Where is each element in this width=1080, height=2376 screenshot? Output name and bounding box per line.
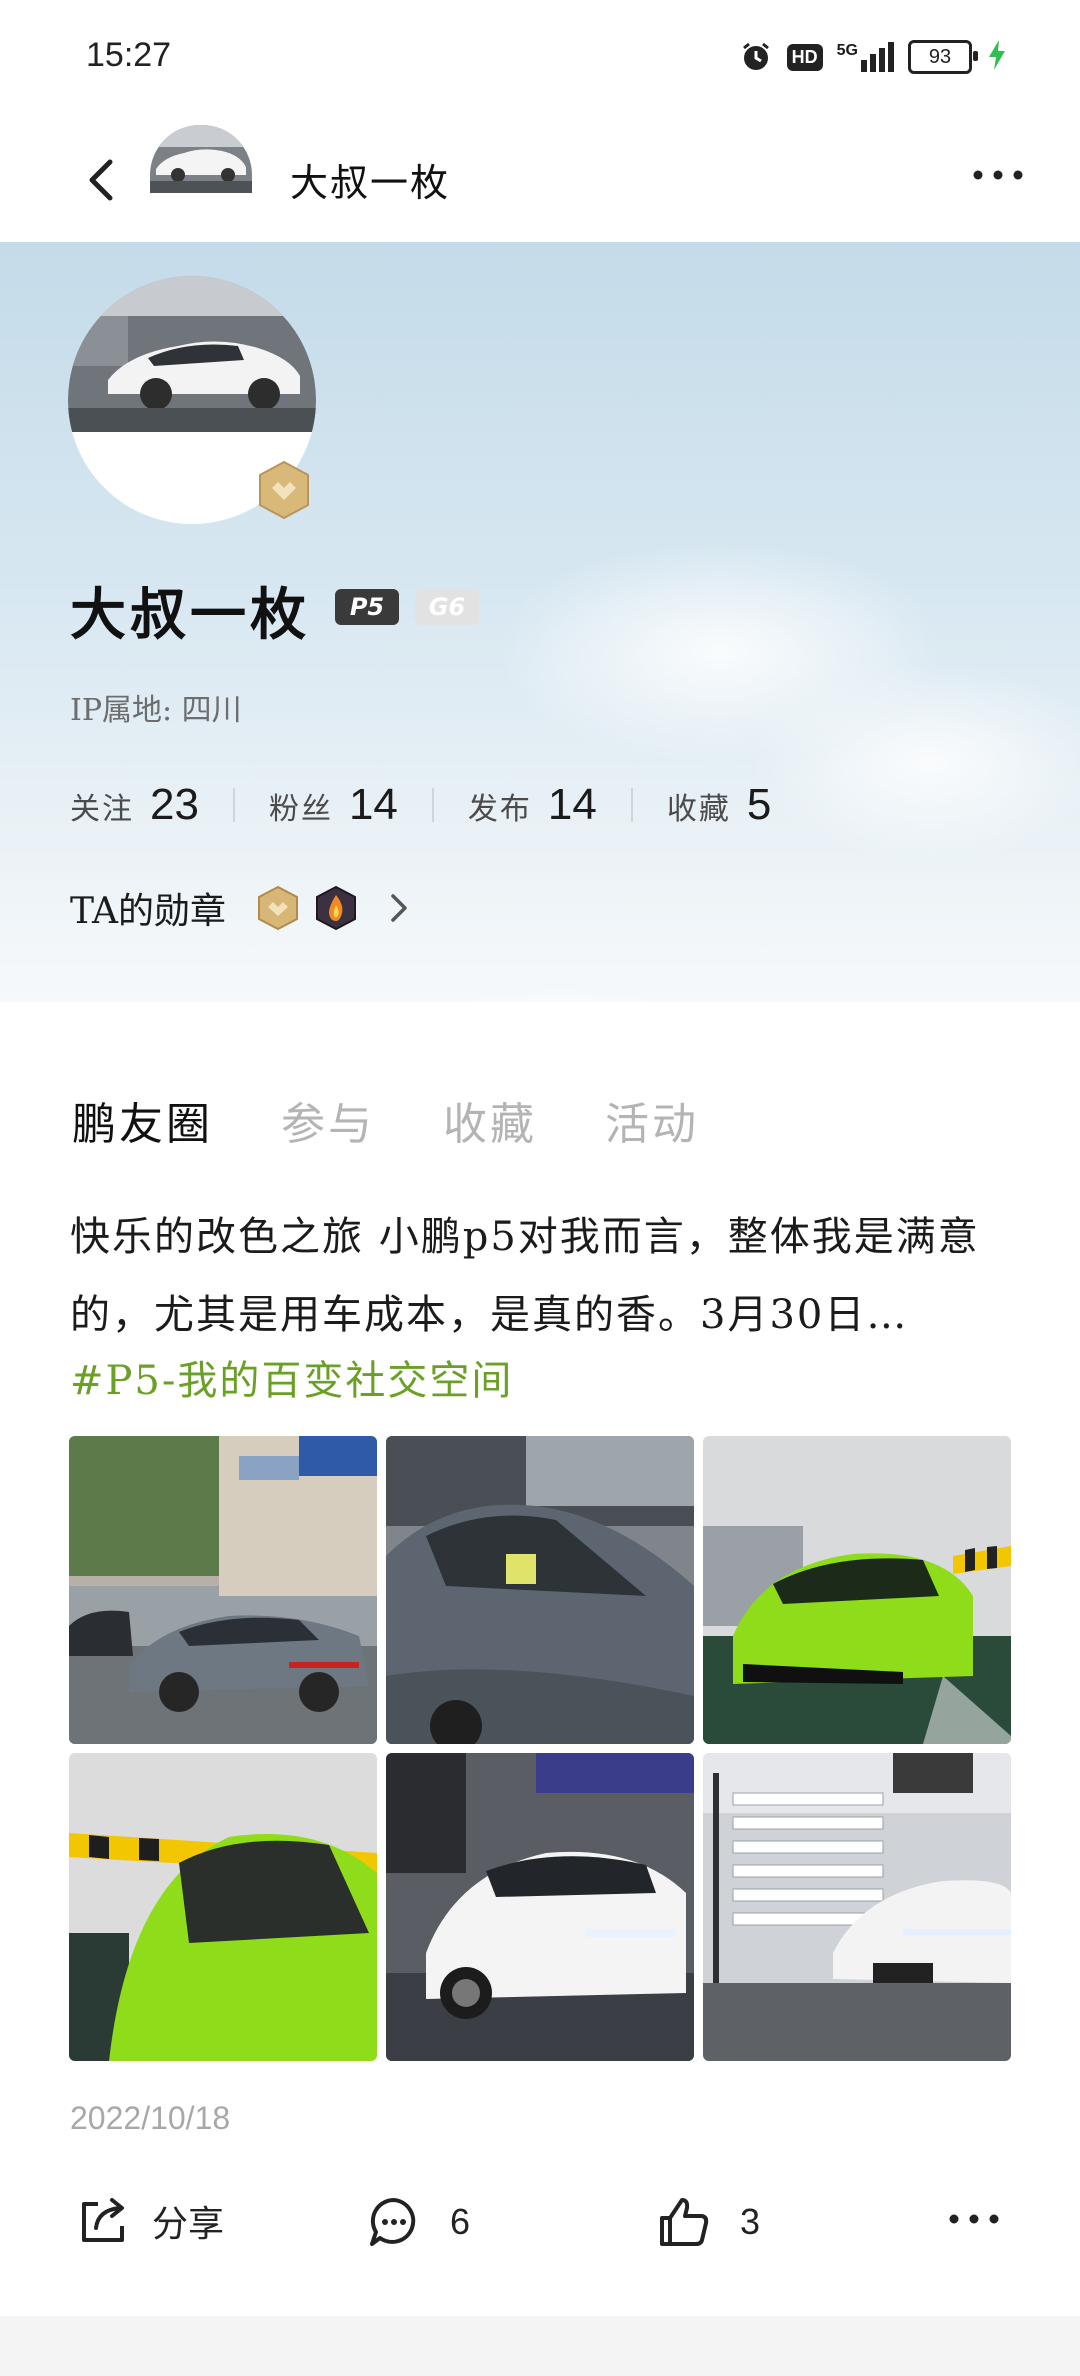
comment-icon [370, 2197, 416, 2246]
network-label: 5G [836, 42, 858, 59]
stat-favorites[interactable]: 收藏 5 [667, 780, 771, 830]
stat-value: 23 [150, 780, 199, 829]
share-label: 分享 [152, 2204, 225, 2245]
stat-followers[interactable]: 粉丝 14 [269, 780, 398, 830]
like-count: 3 [740, 2201, 761, 2242]
stat-value: 5 [746, 780, 772, 829]
comment-count: 6 [450, 2201, 471, 2242]
post-image-3[interactable] [703, 1436, 1011, 1744]
stat-label: 关注 [70, 792, 134, 827]
post-image-grid [69, 1436, 1011, 2061]
tab-activities[interactable]: 活动 [605, 1088, 699, 1152]
like-button[interactable]: 3 [656, 2194, 760, 2250]
stat-following[interactable]: 关注 23 [70, 780, 199, 830]
stat-value: 14 [348, 780, 398, 829]
next-post-separator [0, 2316, 1080, 2376]
stat-label: 发布 [467, 792, 532, 827]
divider [232, 788, 235, 822]
alarm-icon [739, 40, 773, 74]
chevron-right-icon [384, 888, 414, 928]
post-actions: 分享 6 3 [0, 2182, 1080, 2272]
stat-posts[interactable]: 发布 14 [468, 780, 597, 830]
more-dots-icon [949, 2214, 999, 2224]
divider [431, 788, 434, 822]
gold-medal-icon [256, 885, 300, 931]
content-tabs: 鹏友圈 参与 收藏 活动 [72, 1088, 699, 1152]
medals-label: TA的勋章 [70, 891, 227, 932]
post-image-2[interactable] [386, 1436, 694, 1744]
charging-icon [986, 38, 1008, 76]
hd-icon: HD [786, 43, 823, 71]
header-title: 大叔一枚 [290, 161, 451, 205]
car-tag-p5: P5 [335, 589, 399, 625]
status-icons: HD 5G 93 [739, 38, 1008, 76]
comment-button[interactable]: 6 [366, 2194, 470, 2250]
tab-moments[interactable]: 鹏友圈 [72, 1088, 213, 1152]
more-dots-icon [973, 170, 1023, 180]
post-text[interactable]: 快乐的改色之旅 小鹏p5对我而言，整体我是满意的，尤其是用车成本，是真的香。3月… [70, 1198, 1020, 1354]
level-badge-icon [256, 460, 312, 520]
thumbs-up-icon [660, 2198, 709, 2246]
back-arrow-icon [89, 159, 113, 201]
ip-location: IP属地: 四川 [70, 693, 242, 728]
post-more-button[interactable] [944, 2204, 1004, 2234]
back-button[interactable] [72, 150, 132, 210]
tab-favorites[interactable]: 收藏 [443, 1088, 537, 1152]
post-image-6[interactable] [703, 1753, 1011, 2061]
signal-icon: 5G [837, 42, 894, 72]
post-date: 2022/10/18 [70, 2100, 231, 2136]
post-image-1[interactable] [69, 1436, 377, 1744]
more-options-button[interactable] [968, 160, 1028, 190]
stat-label: 收藏 [666, 792, 731, 827]
tab-participation[interactable]: 参与 [281, 1088, 375, 1152]
post-hashtag[interactable]: #P5-我的百变社交空间 [70, 1348, 513, 1406]
fire-medal-icon [314, 885, 358, 931]
share-icon [82, 2198, 124, 2242]
car-tag-g6: G6 [415, 589, 479, 625]
status-time: 15:27 [86, 36, 172, 74]
post-image-5[interactable] [386, 1753, 694, 2061]
medals-row[interactable]: TA的勋章 [70, 882, 414, 934]
profile-name: 大叔一枚 [70, 582, 310, 648]
post-image-4[interactable] [69, 1753, 377, 2061]
stat-label: 粉丝 [268, 792, 333, 827]
share-button[interactable]: 分享 [76, 2194, 224, 2248]
stat-value: 14 [547, 780, 597, 829]
profile-stats: 关注 23 粉丝 14 发布 14 收藏 5 [70, 780, 771, 830]
divider [630, 788, 633, 822]
battery-indicator: 93 [908, 40, 978, 74]
